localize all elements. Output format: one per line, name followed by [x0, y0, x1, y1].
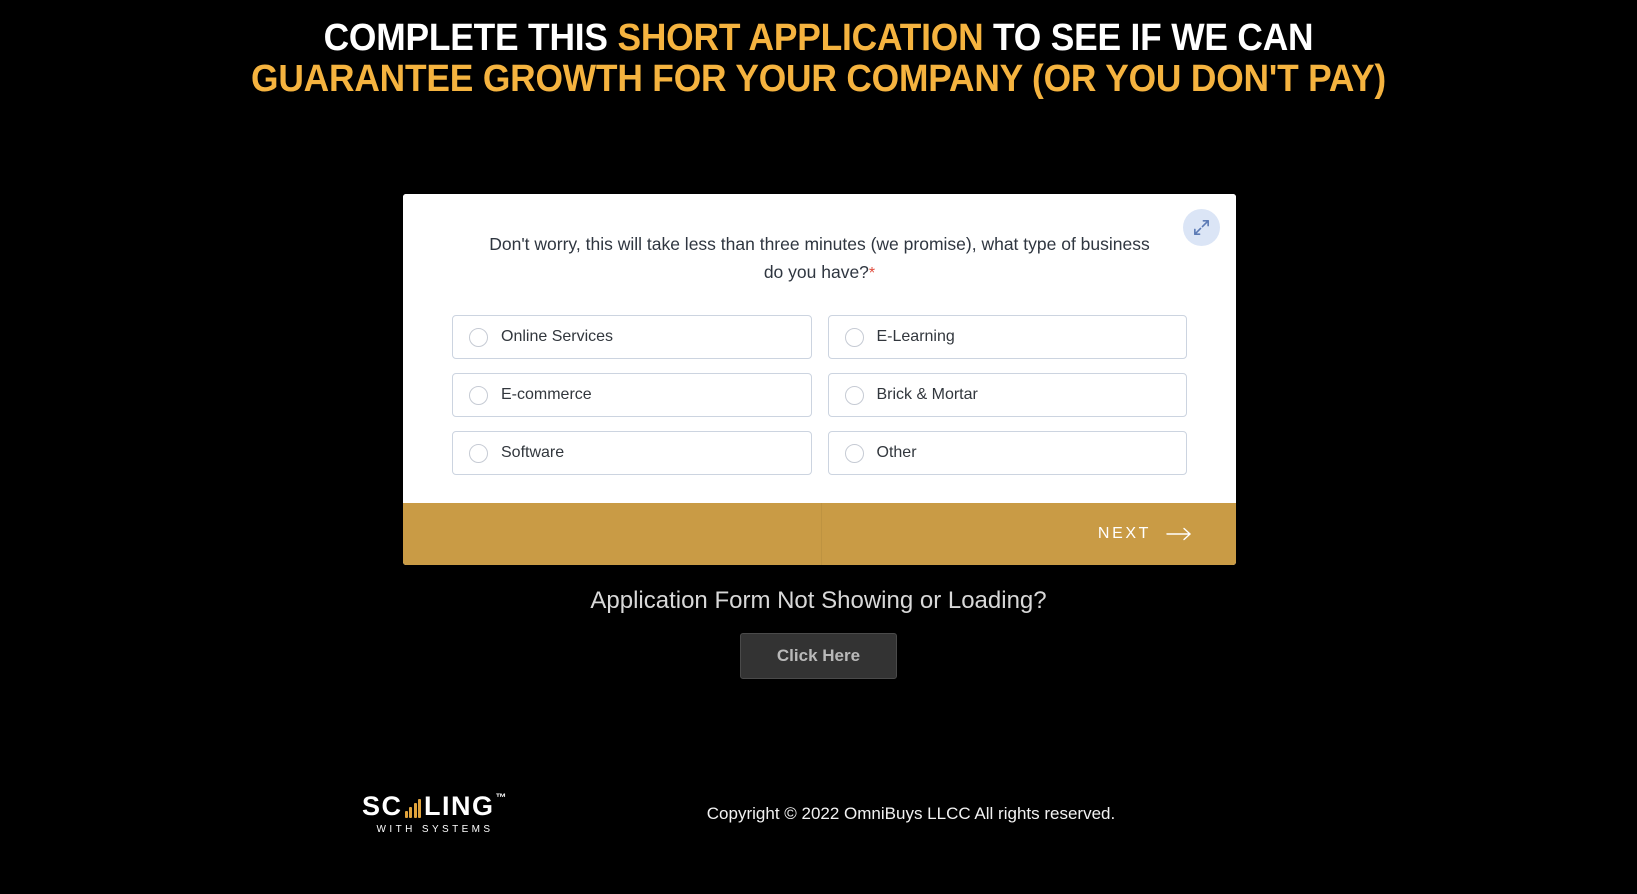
help-title: Application Form Not Showing or Loading? [590, 587, 1047, 614]
option-software[interactable]: Software [452, 431, 812, 475]
option-brick-and-mortar[interactable]: Brick & Mortar [827, 373, 1187, 417]
site-footer: SC LING ™ WITH SYSTEMS Copyright © 2022 … [0, 790, 1637, 846]
logo-tagline: WITH SYSTEMS [376, 824, 494, 835]
form-question: Don't worry, this will take less than th… [460, 226, 1180, 288]
option-label: Brick & Mortar [876, 386, 978, 403]
option-e-commerce[interactable]: E-commerce [452, 373, 812, 417]
application-form-card: Don't worry, this will take less than th… [403, 194, 1236, 565]
radio-unchecked-icon[interactable] [469, 385, 488, 405]
option-label: E-Learning [876, 328, 955, 345]
radio-unchecked-icon[interactable] [844, 327, 864, 347]
headline-text-lead: COMPLETE THIS [323, 17, 618, 59]
radio-unchecked-icon[interactable] [844, 443, 864, 463]
form-question-text: Don't worry, this will take less than th… [489, 234, 1150, 282]
footer-divider [821, 503, 822, 565]
form-footer-bar: NEXT [403, 503, 1236, 565]
option-e-learning[interactable]: E-Learning [827, 315, 1187, 359]
arrow-right-icon [1166, 527, 1191, 541]
required-asterisk: * [868, 265, 876, 282]
headline-highlight: SHORT APPLICATION [617, 17, 984, 59]
headline-line-1: COMPLETE THIS SHORT APPLICATION TO SEE I… [57, 18, 1579, 59]
next-button[interactable]: NEXT [1098, 525, 1192, 543]
option-label: Online Services [501, 328, 614, 345]
option-online-services[interactable]: Online Services [452, 315, 812, 359]
radio-unchecked-icon[interactable] [844, 385, 864, 405]
form-help-section: Application Form Not Showing or Loading?… [0, 585, 1637, 679]
option-other[interactable]: Other [827, 431, 1187, 475]
expand-arrows-icon[interactable] [1183, 209, 1220, 246]
headline-line-2: GUARANTEE GROWTH FOR YOUR COMPANY (OR YO… [251, 58, 1386, 100]
business-type-options: Online Services E-Learning E-commerce Br… [452, 315, 1187, 475]
copyright-text: Copyright © 2022 OmniBuys LLCC All right… [706, 804, 1116, 823]
radio-unchecked-icon[interactable] [469, 443, 488, 463]
radio-unchecked-icon[interactable] [469, 327, 488, 347]
click-here-button[interactable]: Click Here [739, 633, 898, 679]
headline-text-trail: TO SEE IF WE CAN [983, 17, 1314, 59]
option-label: Other [876, 444, 917, 461]
option-label: E-commerce [501, 386, 592, 403]
option-label: Software [501, 444, 565, 461]
form-body: Don't worry, this will take less than th… [403, 194, 1236, 503]
page-headline: COMPLETE THIS SHORT APPLICATION TO SEE I… [57, 0, 1579, 100]
next-button-label: NEXT [1097, 525, 1151, 542]
